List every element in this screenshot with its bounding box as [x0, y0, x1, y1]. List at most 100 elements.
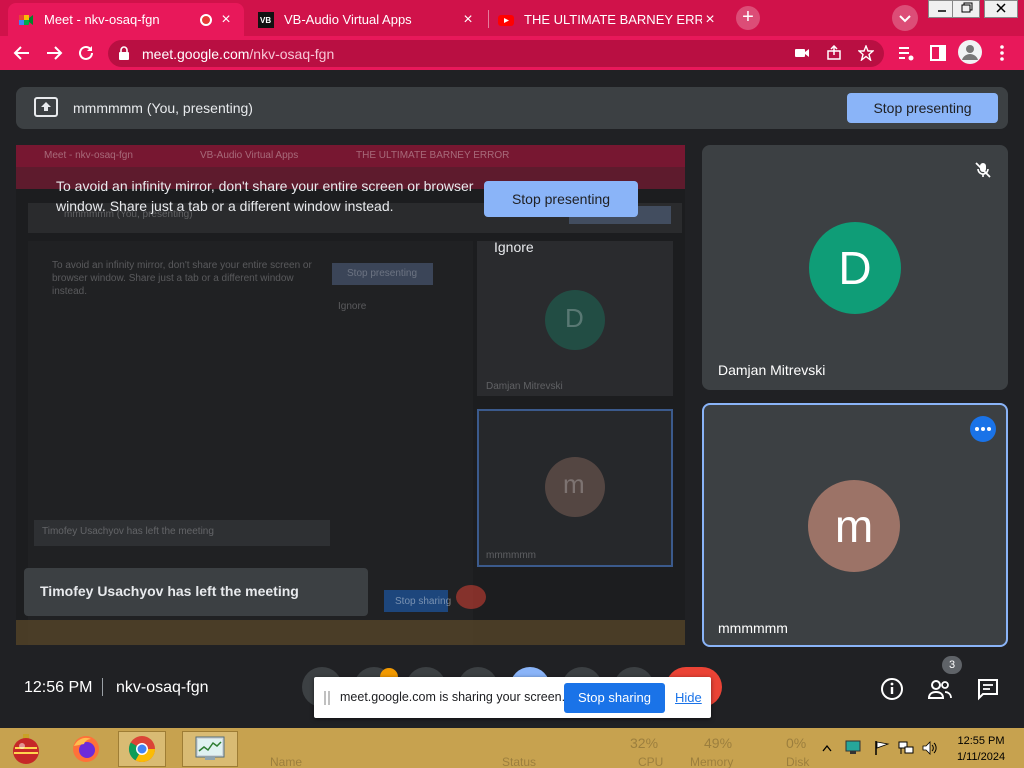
close-icon: [996, 3, 1006, 13]
info-icon: [881, 678, 903, 700]
mirror-avatar-letter: m: [563, 469, 585, 499]
avatar: m: [808, 480, 900, 572]
url-text: meet.google.com/nkv-osaq-fgn: [142, 46, 334, 62]
mirror-tab-label: THE ULTIMATE BARNEY ERROR: [356, 150, 510, 161]
reload-icon: [79, 45, 93, 60]
mirror-tile-name: Damjan Mitrevski: [486, 381, 563, 392]
close-window-button[interactable]: [984, 0, 1018, 18]
avatar: D: [809, 222, 901, 314]
chrome-menu-button[interactable]: [990, 41, 1014, 65]
forward-button[interactable]: [42, 41, 66, 65]
mirror-toast-text: Timofey Usachyov has left the meeting: [42, 526, 214, 537]
stop-sharing-button[interactable]: Stop sharing: [564, 683, 665, 713]
volume-icon[interactable]: [922, 740, 938, 756]
browser-toolbar: meet.google.com/nkv-osaq-fgn: [0, 36, 1024, 70]
chevron-down-icon: [899, 15, 911, 23]
stop-presenting-button-2[interactable]: Stop presenting: [484, 181, 638, 217]
media-control-button[interactable]: [894, 41, 918, 65]
ghost-name-header: Name: [270, 755, 303, 768]
ghost-cpu-label: CPU: [638, 755, 664, 768]
youtube-favicon-icon: [498, 14, 514, 26]
profile-avatar[interactable]: [958, 40, 982, 64]
side-panel-button[interactable]: [926, 41, 950, 65]
close-tab-icon[interactable]: ×: [460, 11, 476, 28]
restore-button[interactable]: [952, 0, 980, 18]
tab-meet[interactable]: Meet - nkv-osaq-fgn ×: [8, 3, 244, 36]
person-icon: [962, 45, 978, 60]
flag-icon[interactable]: [874, 740, 890, 756]
chrome-icon: [128, 736, 156, 763]
new-tab-button[interactable]: +: [736, 6, 760, 30]
more-vert-icon: [1000, 45, 1004, 61]
address-bar[interactable]: meet.google.com/nkv-osaq-fgn: [108, 40, 884, 67]
people-icon: [927, 680, 952, 699]
vb-audio-favicon-icon: VB: [258, 11, 274, 28]
network-icon[interactable]: [898, 740, 914, 756]
divider: [102, 678, 103, 696]
sharing-message: meet.google.com is sharing your screen.: [340, 690, 566, 704]
start-button[interactable]: [2, 731, 50, 767]
chat-icon: [978, 679, 998, 701]
people-button[interactable]: [927, 676, 953, 702]
mirror-stop-sharing-label: Stop sharing: [395, 596, 452, 607]
system-clock[interactable]: 12:55 PM 1/11/2024: [952, 733, 1010, 765]
presenting-label: mmmmmm (You, presenting): [73, 100, 253, 116]
taskbar-firefox[interactable]: [62, 731, 110, 767]
stop-presenting-button[interactable]: Stop presenting: [847, 93, 998, 123]
tab-title: THE ULTIMATE BARNEY ERROR -: [524, 12, 702, 27]
tab-strip: Meet - nkv-osaq-fgn × VB VB-Audio Virtua…: [0, 0, 1024, 36]
ghost-memory-value: 49%: [704, 735, 733, 751]
side-panel-icon: [930, 45, 946, 61]
camera-in-use-icon[interactable]: [794, 45, 810, 61]
mirror-avatar-letter: D: [565, 303, 584, 333]
mirror-message: To avoid an infinity mirror, don't share…: [52, 260, 312, 297]
tab-youtube[interactable]: THE ULTIMATE BARNEY ERROR - ×: [488, 3, 728, 36]
star-icon[interactable]: [858, 45, 874, 61]
tab-title: VB-Audio Virtual Apps: [284, 12, 412, 27]
firefox-icon: [73, 736, 99, 762]
participant-tile[interactable]: D Damjan Mitrevski: [702, 145, 1008, 390]
more-horiz-icon: [975, 427, 991, 431]
christmas-ornament-icon: [13, 734, 39, 764]
chat-button[interactable]: [975, 676, 1001, 702]
hide-link[interactable]: Hide: [675, 690, 702, 705]
svg-text:VB: VB: [260, 16, 271, 25]
tab-search-button[interactable]: [892, 5, 918, 31]
mirror-tab-label: Meet - nkv-osaq-fgn: [44, 150, 133, 161]
arrow-left-icon: [13, 46, 29, 60]
ignore-button[interactable]: Ignore: [494, 239, 534, 255]
mirror-taskbar: [16, 620, 685, 645]
lock-icon: [119, 46, 129, 60]
ghost-disk-label: Disk: [786, 755, 810, 768]
screen-sharing-notice: meet.google.com is sharing your screen. …: [314, 677, 711, 718]
close-tab-icon[interactable]: ×: [218, 11, 234, 28]
url-path: /nkv-osaq-fgn: [249, 46, 335, 62]
drag-handle-icon[interactable]: [324, 691, 330, 705]
mirror-stop-label: Stop presenting: [347, 268, 418, 279]
tab-vb-audio[interactable]: VB VB-Audio Virtual Apps ×: [248, 3, 486, 36]
present-screen-icon: [34, 97, 58, 117]
mic-off-icon: [975, 162, 991, 178]
taskbar-task-manager[interactable]: [182, 731, 238, 767]
show-hidden-icons-icon[interactable]: [822, 744, 832, 752]
playlist-icon: [899, 47, 914, 61]
participant-tile-self[interactable]: m mmmmmm: [702, 403, 1008, 647]
monitor-icon[interactable]: [845, 739, 861, 755]
more-options-button[interactable]: [970, 416, 996, 442]
infinity-mirror-message: To avoid an infinity mirror, don't share…: [56, 178, 474, 214]
back-button[interactable]: [10, 41, 34, 65]
ghost-memory-label: Memory: [690, 755, 734, 768]
share-icon[interactable]: [826, 45, 842, 61]
reload-button[interactable]: [74, 41, 98, 65]
taskbar-chrome[interactable]: [118, 731, 166, 767]
meeting-details-button[interactable]: [879, 676, 905, 702]
meet-favicon-icon: [19, 14, 33, 25]
participant-name: mmmmmm: [718, 620, 788, 636]
mirror-leave-call: [456, 585, 486, 609]
participant-count-badge: 3: [942, 656, 962, 674]
mirror-tab-label: VB-Audio Virtual Apps: [200, 150, 299, 161]
participant-name: Damjan Mitrevski: [718, 362, 826, 378]
mirror-ignore: Ignore: [338, 301, 367, 312]
recording-indicator-icon: [200, 13, 212, 26]
close-tab-icon[interactable]: ×: [702, 11, 718, 28]
